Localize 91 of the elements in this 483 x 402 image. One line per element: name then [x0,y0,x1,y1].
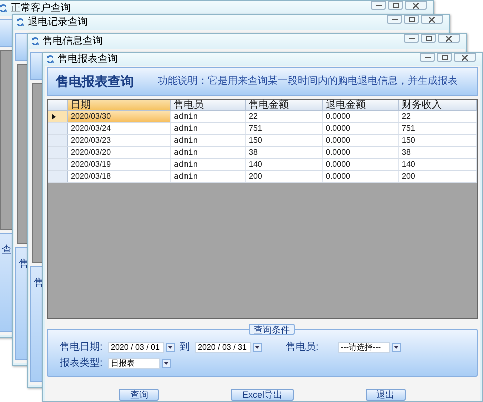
table-cell: 38 [246,147,323,158]
field-label: 售电员: [286,342,320,352]
description-text: 功能说明：它是用来查询某一段时间内的购电退电信息，并生成报表 [158,76,458,86]
table-cell: 2020/03/20 [68,147,171,158]
table-cell: 0.0000 [323,123,399,134]
table-cell: 0.0000 [323,147,399,158]
window-title: 退电记录查询 [28,18,88,28]
action-button[interactable]: 退出 [366,389,406,401]
action-button[interactable]: 查询 [119,389,160,401]
column-header[interactable]: 售电金额 [246,100,323,110]
minimize-button[interactable] [387,15,402,24]
field-label: 报表类型: [60,358,104,368]
panel-label: 售 [19,259,29,270]
table-cell: 22 [399,111,477,122]
caret-icon [255,346,260,349]
minimize-button[interactable] [420,53,435,62]
table-cell: 200 [399,171,477,182]
minimize-button[interactable] [404,34,419,43]
maximize-button[interactable] [421,34,436,43]
table-cell: 22 [246,111,323,122]
table-cell: 2020/03/24 [68,123,171,134]
column-header[interactable]: 退电金额 [323,100,399,110]
table-cell: 2020/03/23 [68,135,171,146]
table-cell: admin [171,171,246,182]
panel-label: 售 [34,278,44,289]
caret-icon [168,346,173,349]
table-cell: admin [171,123,246,134]
refresh-icon [31,37,40,46]
table-cell: 38 [399,147,477,158]
table-cell: admin [171,135,246,146]
dropdown-button[interactable] [162,359,171,368]
close-icon [429,16,435,22]
column-header[interactable]: 财务收入 [399,100,477,110]
report-type-select[interactable]: 日报表 [108,358,160,369]
date-picker[interactable]: 2020 / 03 / 31 [195,342,251,353]
table-cell: 150 [246,135,323,146]
date-picker[interactable]: 2020 / 03 / 01 [108,342,164,353]
table-cell: 2020/03/30 [68,111,171,122]
table-row[interactable]: 2020/03/19 admin 140 0.0000 140 [48,159,477,171]
close-icon [462,54,468,60]
close-icon [413,2,419,8]
table-cell: 0.0000 [323,159,399,170]
current-row-icon [52,114,56,120]
window-title: 正常客户查询 [11,4,71,14]
table-cell: 751 [399,123,477,134]
close-button[interactable] [454,53,476,62]
maximize-button[interactable] [388,1,403,10]
table-cell: admin [171,111,246,122]
table-cell: 751 [246,123,323,134]
close-icon [446,36,452,42]
close-button[interactable] [421,15,443,24]
field-label: 售电日期: [60,342,104,352]
panel-label: 查 [2,245,12,256]
table-cell: admin [171,147,246,158]
window-title: 售电报表查询 [58,54,118,64]
close-button[interactable] [438,34,460,43]
table-cell: 0.0000 [323,135,399,146]
row-header[interactable] [48,111,68,122]
refresh-icon [46,55,55,64]
table-cell: 200 [246,171,323,182]
column-header[interactable]: 售电员 [171,100,246,110]
table-row[interactable]: 2020/03/23 admin 150 0.0000 150 [48,135,477,147]
dropdown-button[interactable] [166,343,175,352]
table-cell: 140 [399,159,477,170]
maximize-button[interactable] [404,15,419,24]
table-cell: 2020/03/18 [68,171,171,182]
table-row[interactable]: 2020/03/18 admin 200 0.0000 200 [48,171,477,183]
dropdown-button[interactable] [253,343,262,352]
refresh-icon [0,4,8,13]
table-cell: 0.0000 [323,111,399,122]
seller-select[interactable]: ---请选择--- [338,342,390,353]
table-row[interactable]: 2020/03/20 admin 38 0.0000 38 [48,147,477,159]
caret-icon [394,346,399,349]
table-cell: admin [171,159,246,170]
dropdown-button[interactable] [392,343,401,352]
page-title: 售电报表查询 [56,75,134,88]
table-row[interactable]: 2020/03/24 admin 751 0.0000 751 [48,123,477,135]
table-cell: 0.0000 [323,171,399,182]
close-button[interactable] [405,1,427,10]
window-title: 售电信息查询 [43,36,103,46]
table-cell: 140 [246,159,323,170]
minimize-button[interactable] [371,1,386,10]
table-cell: 2020/03/19 [68,159,171,170]
column-header[interactable]: 日期 [68,100,171,110]
panel-legend: 查询条件 [249,324,295,335]
refresh-icon [16,18,25,27]
table-row[interactable]: 2020/03/30 admin 22 0.0000 22 [48,111,477,123]
action-button[interactable]: Excel导出 [231,389,294,401]
table-cell: 150 [399,135,477,146]
field-label: 到 [180,342,190,352]
maximize-button[interactable] [437,53,452,62]
